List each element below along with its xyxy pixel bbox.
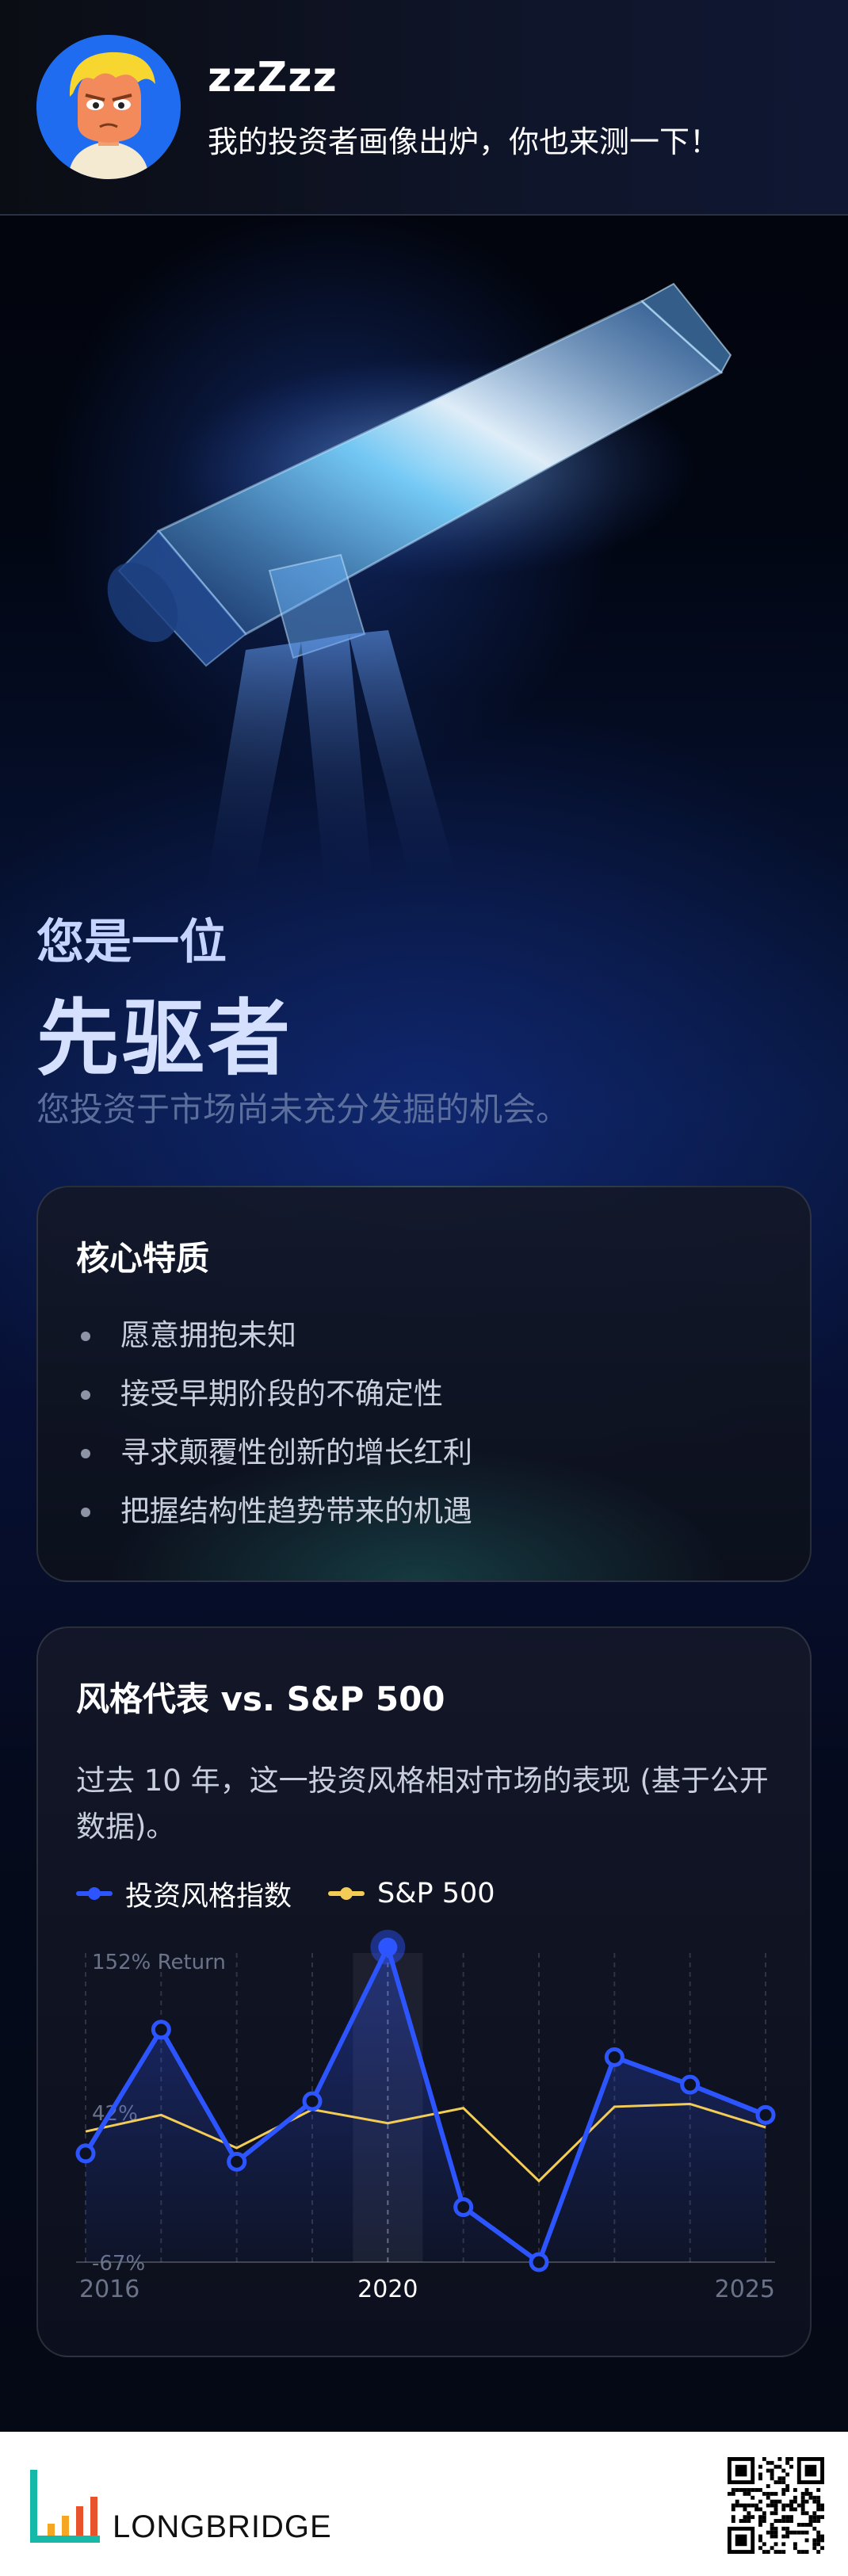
style-index-point (75, 2143, 96, 2164)
style-index-point (604, 2047, 625, 2067)
persona-subtitle: 您投资于市场尚未充分发掘的机会。 (36, 1090, 570, 1129)
traits-card: 核心特质 愿意拥抱未知 接受早期阶段的不确定性 寻求颠覆性创新的增长红利 把握结… (36, 1186, 812, 1582)
avatar (36, 35, 181, 179)
x-tick-label: 2020 (357, 2276, 418, 2303)
share-header: zzZzz 我的投资者画像出炉，你也来测一下！ (0, 0, 848, 216)
style-index-point (302, 2091, 323, 2112)
style-index-point (227, 2151, 247, 2172)
style-index-point (151, 2020, 171, 2040)
traits-list: 愿意拥抱未知 接受早期阶段的不确定性 寻求颠覆性创新的增长红利 把握结构性趋势带… (76, 1314, 472, 1549)
page: zzZzz 我的投资者画像出炉，你也来测一下！ 您是一位 先驱者 您投资于市场尚… (0, 0, 848, 2576)
qr-code-icon (728, 2457, 824, 2554)
x-tick-label: 2016 (79, 2276, 139, 2303)
style-index-point (378, 1937, 398, 1957)
share-tagline: 我的投资者画像出炉，你也来测一下！ (208, 124, 720, 159)
x-tick-label: 2025 (715, 2276, 775, 2303)
style-index-point (529, 2252, 549, 2272)
trait-item: 接受早期阶段的不确定性 (76, 1373, 472, 1431)
longbridge-logo-icon (30, 2470, 100, 2543)
style-index-point (453, 2197, 474, 2218)
brand-name: LONGBRIDGE (113, 2509, 332, 2544)
style-index-point (755, 2104, 776, 2125)
username: zzZzz (208, 54, 338, 101)
trait-item: 寻求颠覆性创新的增长红利 (76, 1431, 472, 1490)
style-index-point (680, 2074, 701, 2095)
performance-line-chart: 152% Return42%-67%201620202025 (75, 1929, 776, 2303)
persona-title: 先驱者 (36, 990, 294, 1087)
avatar-illustration-icon (36, 35, 181, 179)
traits-card-title: 核心特质 (76, 1239, 210, 1278)
telescope-illustration-icon (107, 282, 732, 888)
y-tick-label: 152% Return (92, 1951, 226, 1974)
footer: LONGBRIDGE (0, 2432, 848, 2576)
persona-intro: 您是一位 (36, 915, 227, 970)
trait-item: 把握结构性趋势带来的机遇 (76, 1490, 472, 1549)
performance-card: 风格代表 vs. S&P 500 过去 10 年，这一投资风格相对市场的表现 (… (36, 1626, 812, 2357)
trait-item: 愿意拥抱未知 (76, 1314, 472, 1373)
